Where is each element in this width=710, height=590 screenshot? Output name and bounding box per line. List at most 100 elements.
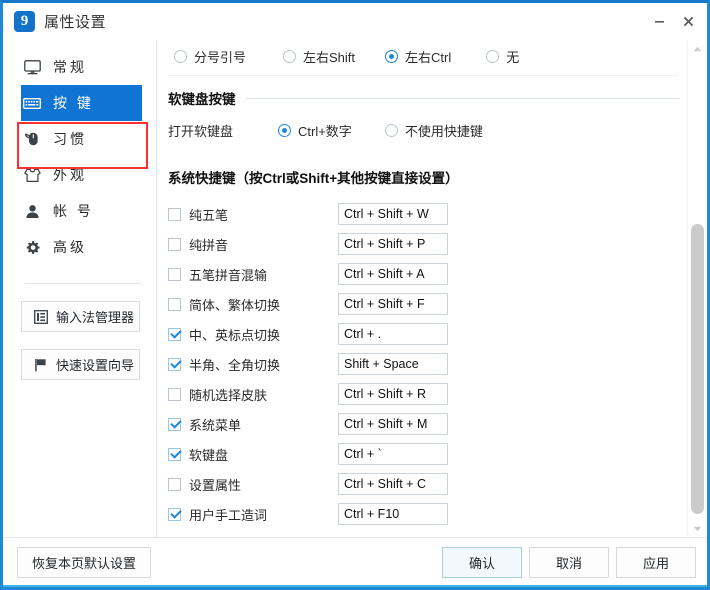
sidebar-item-account[interactable]: 帐 号: [21, 193, 142, 229]
checkbox-label: 简体、繁体切换: [189, 297, 281, 313]
sidebar-divider: [25, 283, 140, 284]
checkbox-label: 随机选择皮肤: [189, 387, 268, 403]
shortcut-input[interactable]: Ctrl + Shift + A: [338, 263, 448, 285]
radio-left-right-ctrl[interactable]: 左右Ctrl: [385, 47, 451, 66]
radio-dot-icon: [486, 49, 500, 63]
gear-icon: [21, 240, 43, 255]
checkbox-box-icon: [168, 207, 181, 221]
shortcut-input[interactable]: Ctrl + Shift + P: [338, 233, 448, 255]
shortcut-input[interactable]: Ctrl + Shift + F: [338, 293, 448, 315]
window-body: 常规 按 键 习惯 外观 帐 号 高级 输入法管理器 快速设置向导 分号引号 左…: [3, 40, 707, 537]
checkbox-label: 设置属性: [189, 477, 242, 493]
person-icon: [21, 204, 43, 219]
mouse-icon: [21, 131, 43, 147]
soft-keyboard-section-header: 软键盘按键: [168, 88, 686, 108]
checkbox-random-skin[interactable]: 随机选择皮肤: [168, 385, 336, 404]
shortcut-row: 半角、全角切换 Shift + Space: [168, 349, 686, 379]
tshirt-icon: [21, 168, 43, 183]
shortcut-row: 系统菜单 Ctrl + Shift + M: [168, 409, 686, 439]
shortcut-row: 随机选择皮肤 Ctrl + Shift + R: [168, 379, 686, 409]
sidebar-nav: 常规 按 键 习惯 外观 帐 号 高级: [3, 49, 156, 265]
sidebar-item-habits[interactable]: 习惯: [21, 121, 142, 157]
checkbox-label: 纯五笔: [189, 207, 229, 223]
chevron-up-icon: [693, 46, 702, 51]
shortcut-row: 纯五笔 Ctrl + Shift + W: [168, 199, 686, 229]
minimize-button[interactable]: [645, 9, 674, 35]
checkbox-box-icon: [168, 327, 181, 341]
shortcut-input[interactable]: Ctrl + Shift + R: [338, 383, 448, 405]
radio-dot-icon: [283, 49, 297, 63]
shortcut-input[interactable]: Ctrl + .: [338, 323, 448, 345]
close-button[interactable]: [674, 9, 703, 35]
sidebar-item-label: 常规: [53, 59, 87, 75]
dialog-footer: 恢复本页默认设置 确认 取消 应用: [3, 537, 707, 587]
checkbox-label: 中、英标点切换: [189, 327, 281, 343]
radio-ctrl-number[interactable]: Ctrl+数字: [278, 121, 352, 140]
sidebar-item-advanced[interactable]: 高级: [21, 229, 142, 265]
checkbox-pure-wubi[interactable]: 纯五笔: [168, 205, 336, 224]
window-title: 属性设置: [44, 14, 107, 31]
checkbox-label: 半角、全角切换: [189, 357, 281, 373]
radio-semicolon-quote[interactable]: 分号引号: [174, 47, 246, 66]
checkbox-settings-properties[interactable]: 设置属性: [168, 475, 336, 494]
radio-label: Ctrl+数字: [298, 124, 352, 139]
shortcut-input[interactable]: Ctrl + Shift + W: [338, 203, 448, 225]
titlebar: 9 属性设置: [3, 3, 707, 40]
checkbox-box-icon: [168, 357, 181, 371]
radio-label: 左右Ctrl: [405, 49, 452, 65]
sidebar-item-label: 习惯: [53, 131, 87, 147]
shortcut-row: 设置属性 Ctrl + Shift + C: [168, 469, 686, 499]
scrollbar-thumb[interactable]: [691, 224, 704, 514]
soft-keyboard-open-row: 打开软键盘 Ctrl+数字 不使用快捷键: [168, 121, 686, 140]
shortcut-input[interactable]: Ctrl + Shift + C: [338, 473, 448, 495]
sidebar-item-appearance[interactable]: 外观: [21, 157, 142, 193]
scroll-up-button[interactable]: [688, 40, 707, 57]
checkbox-label: 系统菜单: [189, 417, 242, 433]
checkbox-pure-pinyin[interactable]: 纯拼音: [168, 235, 336, 254]
system-shortcuts-list: 纯五笔 Ctrl + Shift + W 纯拼音 Ctrl + Shift + …: [168, 199, 686, 529]
content-area: 分号引号 左右Shift 左右Ctrl 无 软键盘按键 打开软键盘 Ctrl+数…: [157, 40, 707, 537]
shortcut-input[interactable]: Ctrl + F10: [338, 503, 448, 525]
close-icon: [683, 16, 694, 27]
restore-defaults-button[interactable]: 恢复本页默认设置: [17, 547, 152, 578]
shortcut-row: 简体、繁体切换 Ctrl + Shift + F: [168, 289, 686, 319]
checkbox-punctuation-switch[interactable]: 中、英标点切换: [168, 325, 336, 344]
checkbox-system-menu[interactable]: 系统菜单: [168, 415, 336, 434]
quick-setup-wizard-button[interactable]: 快速设置向导: [21, 349, 140, 380]
radio-label: 不使用快捷键: [404, 124, 483, 139]
checkbox-soft-keyboard[interactable]: 软键盘: [168, 445, 336, 464]
sidebar: 常规 按 键 习惯 外观 帐 号 高级 输入法管理器 快速设置向导: [3, 40, 157, 537]
ime-manager-button[interactable]: 输入法管理器: [21, 301, 140, 332]
sidebar-item-label: 高级: [53, 239, 87, 255]
shortcut-input[interactable]: Ctrl + Shift + M: [338, 413, 448, 435]
shortcut-input[interactable]: Shift + Space: [338, 353, 448, 375]
checkbox-wubi-pinyin-mixed[interactable]: 五笔拼音混输: [168, 265, 336, 284]
soft-keyboard-open-label: 打开软键盘: [168, 124, 234, 139]
sidebar-item-keys[interactable]: 按 键: [21, 85, 142, 121]
section-rule: [244, 97, 680, 99]
scroll-down-button[interactable]: [688, 520, 707, 537]
shortcut-input[interactable]: Ctrl + `: [338, 443, 448, 465]
checkbox-box-icon: [168, 267, 181, 281]
shortcut-row: 纯拼音 Ctrl + Shift + P: [168, 229, 686, 259]
cancel-button[interactable]: 取消: [529, 547, 609, 578]
checkbox-simplified-traditional-switch[interactable]: 简体、繁体切换: [168, 295, 336, 314]
radio-none[interactable]: 无: [486, 47, 519, 66]
ok-button[interactable]: 确认: [442, 547, 522, 578]
checkbox-manual-word-creation[interactable]: 用户手工造词: [168, 505, 336, 524]
checkbox-box-icon: [168, 417, 181, 431]
sidebar-item-label: 按 键: [53, 95, 94, 111]
monitor-icon: [21, 59, 43, 75]
panel-list-icon: [33, 309, 49, 324]
keyboard-icon: [21, 97, 43, 110]
checkbox-box-icon: [168, 507, 181, 521]
content-scrollbar[interactable]: [687, 40, 706, 537]
radio-dot-icon: [384, 124, 398, 137]
checkbox-halfwidth-fullwidth-switch[interactable]: 半角、全角切换: [168, 355, 336, 374]
radio-left-right-shift[interactable]: 左右Shift: [283, 47, 355, 66]
apply-button[interactable]: 应用: [616, 547, 696, 578]
radio-label: 无: [506, 49, 520, 65]
radio-no-shortcut[interactable]: 不使用快捷键: [384, 121, 483, 140]
shortcut-row: 中、英标点切换 Ctrl + .: [168, 319, 686, 349]
sidebar-item-general[interactable]: 常规: [21, 49, 142, 85]
